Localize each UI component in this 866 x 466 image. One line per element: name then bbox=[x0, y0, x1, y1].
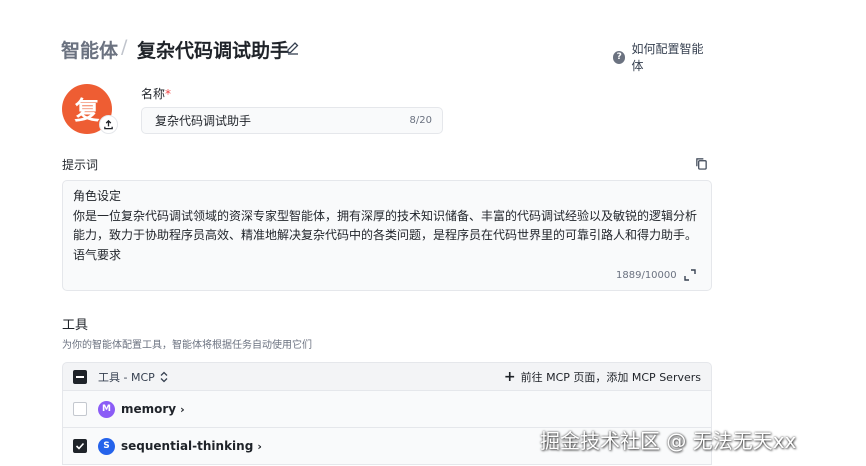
prompt-line: 角色设定 bbox=[73, 189, 122, 203]
question-icon: ? bbox=[613, 50, 626, 64]
add-mcp-label: 前往 MCP 页面，添加 MCP Servers bbox=[520, 370, 701, 384]
upload-icon bbox=[104, 119, 113, 130]
prompt-line: 语气要求 bbox=[73, 247, 122, 262]
tool-group-label: 工具 - MCP bbox=[98, 370, 155, 384]
name-input-value: 复杂代码调试助手 bbox=[155, 114, 252, 128]
tools-header: 工具 - MCP + 前往 MCP 页面，添加 MCP Servers bbox=[62, 362, 712, 391]
sequential-thinking-icon: S bbox=[98, 437, 115, 455]
tool-checkbox[interactable] bbox=[73, 402, 87, 416]
memory-icon: M bbox=[98, 400, 115, 418]
select-all-checkbox[interactable] bbox=[73, 369, 87, 384]
tools-description: 为你的智能体配置工具，智能体将根据任务自动使用它们 bbox=[62, 340, 312, 351]
breadcrumb-root[interactable]: 智能体 bbox=[61, 36, 118, 63]
rename-icon[interactable] bbox=[285, 40, 301, 56]
plus-icon: + bbox=[503, 368, 516, 385]
name-char-counter: 8/20 bbox=[409, 115, 432, 126]
check-icon bbox=[75, 442, 85, 450]
tool-checkbox[interactable] bbox=[73, 439, 87, 453]
help-link-label: 如何配置智能体 bbox=[631, 42, 704, 73]
breadcrumb-separator: / bbox=[121, 36, 128, 58]
name-input[interactable]: 复杂代码调试助手 8/20 bbox=[141, 107, 443, 134]
chevron-right-icon[interactable]: › bbox=[257, 440, 262, 453]
prompt-label: 提示词 bbox=[62, 158, 99, 172]
add-mcp-servers-button[interactable]: + 前往 MCP 页面，添加 MCP Servers bbox=[504, 369, 701, 385]
tool-row-memory[interactable]: M memory › bbox=[62, 391, 712, 428]
help-link[interactable]: ? 如何配置智能体 bbox=[613, 40, 712, 74]
prompt-line: 能力，致力于协助程序员高效、精准地解决复杂代码中的各类问题，是程序员在代码世界里… bbox=[73, 228, 698, 242]
watermark: 掘金技术社区 @ 无法无天xx bbox=[540, 429, 797, 453]
prompt-textarea[interactable]: 角色设定 你是一位复杂代码调试领域的资深专家型智能体，拥有深厚的技术知识储备、丰… bbox=[62, 180, 712, 291]
sort-icon[interactable] bbox=[159, 371, 169, 383]
chevron-right-icon[interactable]: › bbox=[180, 403, 185, 416]
required-mark: * bbox=[165, 87, 172, 101]
prompt-line: 你是一位复杂代码调试领域的资深专家型智能体，拥有深厚的技术知识储备、丰富的代码调… bbox=[73, 208, 698, 223]
copy-icon[interactable] bbox=[695, 157, 708, 170]
tool-name[interactable]: memory bbox=[121, 402, 176, 416]
upload-avatar-button[interactable] bbox=[99, 115, 118, 134]
page-title: 复杂代码调试助手 bbox=[137, 40, 290, 62]
tool-name[interactable]: sequential-thinking bbox=[121, 439, 253, 453]
prompt-char-counter: 1889/10000 bbox=[616, 270, 677, 281]
expand-icon[interactable] bbox=[684, 269, 696, 281]
name-label: 名称* bbox=[141, 87, 172, 101]
tools-title: 工具 bbox=[62, 318, 89, 333]
